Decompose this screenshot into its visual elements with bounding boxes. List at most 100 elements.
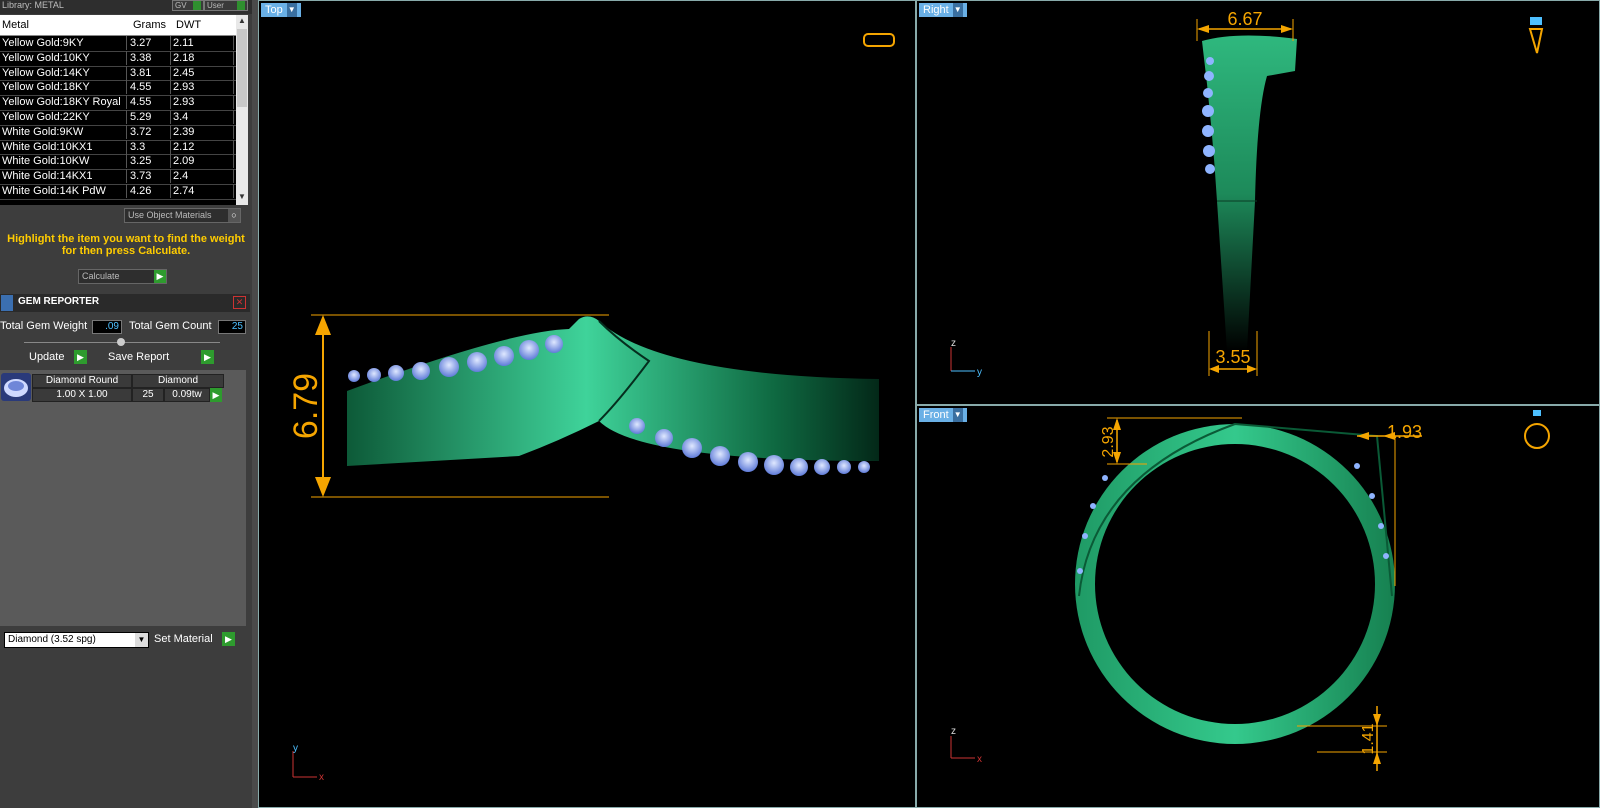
metal-dwt: 2.45: [173, 65, 234, 80]
dimension-6-79: 6.79: [287, 373, 325, 439]
material-select[interactable]: Diamond (3.52 spg) ▼: [4, 632, 149, 648]
metal-dwt: 2.74: [173, 184, 234, 198]
total-weight-label: Total Gem Weight: [0, 320, 88, 332]
gv-button[interactable]: GV: [172, 0, 204, 11]
close-icon[interactable]: ✕: [233, 296, 246, 309]
user-button[interactable]: User: [204, 0, 248, 11]
play-icon[interactable]: ▶: [210, 388, 222, 402]
gem-shape: Diamond Round: [32, 374, 132, 388]
metal-grams: 4.26: [130, 184, 171, 198]
metal-name: Yellow Gold:18KY Royal: [2, 95, 127, 110]
view-cube-icon[interactable]: [863, 33, 895, 47]
diamond-round-icon[interactable]: [1, 373, 31, 401]
table-row[interactable]: White Gold:10KX1 3.3 2.12: [0, 139, 236, 156]
play-icon: ▶: [201, 350, 214, 364]
metal-grams: 3.73: [130, 169, 171, 184]
col-dwt[interactable]: DWT: [176, 19, 201, 31]
total-weight-value: .09: [92, 320, 122, 334]
update-button[interactable]: Update ▶: [29, 350, 89, 364]
viewport-right[interactable]: Right ▼ 6.67 3.55 z y: [916, 0, 1600, 405]
metal-dwt: 2.39: [173, 124, 234, 139]
gem-weight: 0.09tw: [164, 388, 210, 402]
set-material-button[interactable]: Set Material ▶: [152, 632, 236, 646]
gem-reporter-title: GEM REPORTER: [18, 296, 100, 307]
ring-band: [347, 316, 879, 466]
metal-dwt: 2.93: [173, 95, 234, 110]
metal-dwt: 3.4: [173, 110, 234, 124]
scroll-up-icon[interactable]: ▲: [236, 15, 248, 27]
metal-name: White Gold:10KX1: [2, 139, 127, 154]
library-header: Library: METAL GV User: [0, 0, 252, 14]
metal-table: Metal Grams DWT Yellow Gold:9KY 3.27 2.11 Y…: [0, 15, 248, 205]
play-icon: ▶: [222, 632, 235, 646]
toggle-icon: ○: [228, 209, 240, 222]
scroll-down-icon[interactable]: ▼: [236, 191, 248, 203]
metal-dwt: 2.11: [173, 36, 234, 50]
scroll-thumb[interactable]: [237, 29, 247, 107]
metal-grams: 3.3: [130, 139, 171, 154]
table-row[interactable]: White Gold:14K PdW 4.26 2.74: [0, 184, 236, 200]
gem-list: Diamond Round Diamond 1.00 X 1.00 25 0.0…: [0, 370, 246, 626]
metal-grams: 4.55: [130, 95, 171, 110]
table-row[interactable]: White Gold:9KW 3.72 2.39: [0, 124, 236, 141]
gem-material: Diamond: [132, 374, 224, 388]
metal-name: Yellow Gold:10KY: [2, 50, 127, 65]
axis-z-label: z: [951, 726, 956, 737]
gem-reporter-header: GEM REPORTER ✕: [0, 294, 250, 312]
metal-dwt: 2.4: [173, 169, 234, 184]
front-view-canvas: 2.93 1.93 1.41 z x: [950, 410, 1550, 771]
metal-grams: 3.27: [130, 36, 171, 50]
metal-dwt: 2.93: [173, 80, 234, 95]
dimension-3-55: 3.55: [1215, 347, 1250, 367]
table-row[interactable]: Yellow Gold:22KY 5.29 3.4: [0, 110, 236, 126]
left-panel: Library: METAL GV User Metal Grams DWT Y…: [0, 0, 252, 808]
metal-name: Yellow Gold:22KY: [2, 110, 127, 124]
gem-reporter-icon: [1, 295, 13, 311]
col-grams[interactable]: Grams: [133, 19, 166, 31]
axis-y-label: y: [977, 367, 982, 378]
right-view-canvas: 6.67 3.55 z y: [950, 9, 1544, 378]
save-report-button[interactable]: Save Report ▶: [108, 350, 216, 364]
metal-grams: 3.72: [130, 124, 171, 139]
slider-handle[interactable]: [117, 338, 125, 346]
metal-table-scrollbar[interactable]: ▲ ▼: [236, 15, 248, 205]
metal-table-header: Metal Grams DWT: [0, 15, 236, 36]
viewport-front[interactable]: Front ▼ 2.93 1.93 1.41 z x: [916, 405, 1600, 808]
metal-name: White Gold:14K PdW: [2, 184, 127, 198]
col-metal[interactable]: Metal: [2, 19, 29, 31]
metal-dwt: 2.09: [173, 154, 234, 169]
metal-name: Yellow Gold:14KY: [2, 65, 127, 80]
table-row[interactable]: Yellow Gold:10KY 3.38 2.18: [0, 50, 236, 67]
axis-x-label: x: [319, 772, 324, 783]
dimension-2-93: 2.93: [1100, 426, 1117, 457]
metal-dwt: 2.12: [173, 139, 234, 154]
table-row[interactable]: Yellow Gold:9KY 3.27 2.11: [0, 36, 236, 52]
table-row[interactable]: White Gold:14KX1 3.73 2.4: [0, 169, 236, 185]
metal-name: Yellow Gold:9KY: [2, 36, 127, 50]
metal-grams: 3.38: [130, 50, 171, 65]
viewport-top[interactable]: Top ▼ 6.79 y x: [258, 0, 916, 808]
ring-side-profile: [1202, 35, 1297, 351]
gem-count: 25: [132, 388, 164, 402]
gem-size: 1.00 X 1.00: [32, 388, 132, 402]
view-cube-icon[interactable]: [1528, 17, 1544, 54]
table-row[interactable]: White Gold:10KW 3.25 2.09: [0, 154, 236, 171]
chevron-down-icon: ▼: [135, 633, 148, 647]
metal-grams: 3.81: [130, 65, 171, 80]
metal-name: Yellow Gold:18KY: [2, 80, 127, 95]
table-row[interactable]: Yellow Gold:18KY 4.55 2.93: [0, 80, 236, 97]
calculate-hint: Highlight the item you want to find the …: [7, 233, 245, 257]
total-count-label: Total Gem Count: [129, 320, 212, 332]
table-row[interactable]: Yellow Gold:18KY Royal 4.55 2.93: [0, 95, 236, 111]
use-object-materials-button[interactable]: Use Object Materials ○: [124, 208, 241, 223]
metal-dwt: 2.18: [173, 50, 234, 65]
metal-name: White Gold:10KW: [2, 154, 127, 169]
metal-name: White Gold:9KW: [2, 124, 127, 139]
axis-x-label: x: [977, 754, 982, 765]
total-count-value: 25: [218, 320, 246, 334]
calculate-button[interactable]: Calculate ▶: [78, 269, 167, 284]
play-icon: ▶: [74, 350, 87, 364]
view-cube-icon[interactable]: [1524, 410, 1550, 449]
table-row[interactable]: Yellow Gold:14KY 3.81 2.45: [0, 65, 236, 82]
play-icon: ▶: [154, 270, 166, 283]
